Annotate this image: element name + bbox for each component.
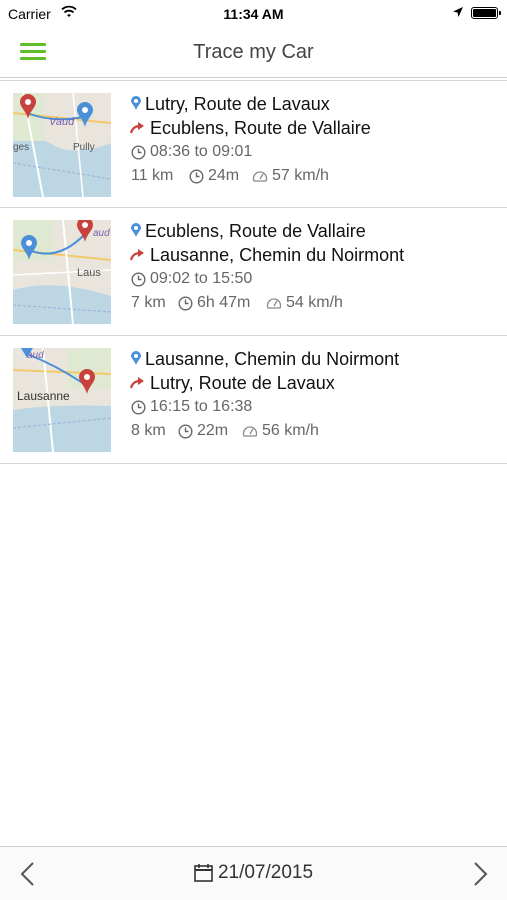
trip-stats: 7 km 6h 47m 54 km/h bbox=[130, 292, 500, 316]
map-pin-icon bbox=[131, 96, 141, 110]
trip-stats: 11 km 24m 57 km/h bbox=[130, 165, 500, 189]
trip-from-label: Ecublens, Route de Vallaire bbox=[145, 221, 366, 241]
trip-time: 08:36 to 09:01 bbox=[130, 141, 500, 165]
trip-info: Ecublens, Route de Vallaire Lausanne, Ch… bbox=[130, 220, 500, 316]
trip-to-label: Lutry, Route de Lavaux bbox=[150, 373, 335, 393]
trip-row[interactable]: Vaud ges Pully Lutry, Route de Lavaux Ec… bbox=[0, 80, 507, 208]
trip-distance: 7 km bbox=[131, 294, 166, 311]
date-button[interactable]: 21/07/2015 bbox=[194, 862, 313, 884]
map-label: aud bbox=[93, 228, 110, 239]
speedometer-icon bbox=[242, 426, 258, 437]
trip-row[interactable]: aud Laus Ecublens, Route de Vallaire Lau… bbox=[0, 208, 507, 336]
map-pin-icon bbox=[131, 351, 141, 365]
trip-speed: 56 km/h bbox=[262, 422, 319, 439]
trip-from: Lutry, Route de Lavaux bbox=[130, 93, 500, 117]
location-arrow-icon bbox=[453, 7, 463, 17]
trip-from: Ecublens, Route de Vallaire bbox=[130, 220, 500, 244]
clock-icon bbox=[178, 296, 193, 311]
trip-stats: 8 km 22m 56 km/h bbox=[130, 420, 500, 444]
trip-distance: 8 km bbox=[131, 422, 166, 439]
trip-time-range: 08:36 to 09:01 bbox=[150, 143, 253, 160]
trip-from-label: Lausanne, Chemin du Noirmont bbox=[145, 349, 400, 369]
trip-list: Vaud ges Pully Lutry, Route de Lavaux Ec… bbox=[0, 80, 507, 464]
trip-time: 09:02 to 15:50 bbox=[130, 268, 500, 292]
trip-duration: 6h 47m bbox=[197, 294, 251, 311]
map-label: Laus bbox=[77, 267, 101, 279]
status-bar: Carrier 11:34 AM bbox=[0, 0, 507, 28]
clock-icon bbox=[189, 169, 204, 184]
clock-icon bbox=[131, 145, 146, 160]
trip-info: Lausanne, Chemin du Noirmont Lutry, Rout… bbox=[130, 348, 500, 444]
current-date: 21/07/2015 bbox=[217, 862, 314, 883]
calendar-icon bbox=[194, 864, 213, 882]
map-label: Pully bbox=[73, 142, 95, 153]
trip-time-range: 16:15 to 16:38 bbox=[150, 398, 253, 415]
chevron-right-icon[interactable] bbox=[470, 861, 490, 887]
trip-to-label: Ecublens, Route de Vallaire bbox=[150, 118, 371, 138]
status-time: 11:34 AM bbox=[223, 6, 284, 22]
clock-icon bbox=[131, 272, 146, 287]
trip-distance: 11 km bbox=[131, 167, 174, 184]
clock-icon bbox=[178, 424, 193, 439]
speedometer-icon bbox=[266, 298, 282, 309]
trip-to-label: Lausanne, Chemin du Noirmont bbox=[150, 245, 405, 265]
trip-speed: 57 km/h bbox=[272, 167, 329, 184]
trip-time-range: 09:02 to 15:50 bbox=[150, 270, 253, 287]
trip-to: Ecublens, Route de Vallaire bbox=[130, 117, 500, 141]
trip-map-thumbnail: Vaud ges Pully bbox=[13, 93, 111, 197]
trip-from: Lausanne, Chemin du Noirmont bbox=[130, 348, 500, 372]
trip-time: 16:15 to 16:38 bbox=[130, 396, 500, 420]
speedometer-icon bbox=[252, 171, 268, 182]
bottom-toolbar: 21/07/2015 bbox=[0, 846, 507, 900]
arrow-icon bbox=[130, 377, 144, 389]
navigation-bar: Trace my Car bbox=[0, 28, 507, 78]
trip-duration: 22m bbox=[197, 422, 229, 439]
date-picker: 21/07/2015 bbox=[0, 862, 507, 884]
trip-map-thumbnail: aud Laus bbox=[13, 220, 111, 324]
trip-map-thumbnail: aud Lausanne bbox=[13, 348, 111, 452]
trip-from-label: Lutry, Route de Lavaux bbox=[145, 94, 330, 114]
battery-icon bbox=[471, 7, 501, 19]
page-title: Trace my Car bbox=[193, 41, 314, 63]
arrow-icon bbox=[130, 122, 144, 134]
map-label: Vaud bbox=[49, 116, 75, 128]
trip-to: Lausanne, Chemin du Noirmont bbox=[130, 244, 500, 268]
trip-info: Lutry, Route de Lavaux Ecublens, Route d… bbox=[130, 93, 500, 189]
arrow-icon bbox=[130, 249, 144, 261]
map-label: ges bbox=[13, 142, 29, 153]
clock-icon bbox=[131, 400, 146, 415]
trip-duration: 24m bbox=[208, 167, 240, 184]
trip-speed: 54 km/h bbox=[286, 294, 343, 311]
map-label: Lausanne bbox=[17, 389, 70, 403]
trip-row[interactable]: aud Lausanne Lausanne, Chemin du Noirmon… bbox=[0, 336, 507, 464]
map-pin-icon bbox=[131, 223, 141, 237]
trip-to: Lutry, Route de Lavaux bbox=[130, 372, 500, 396]
